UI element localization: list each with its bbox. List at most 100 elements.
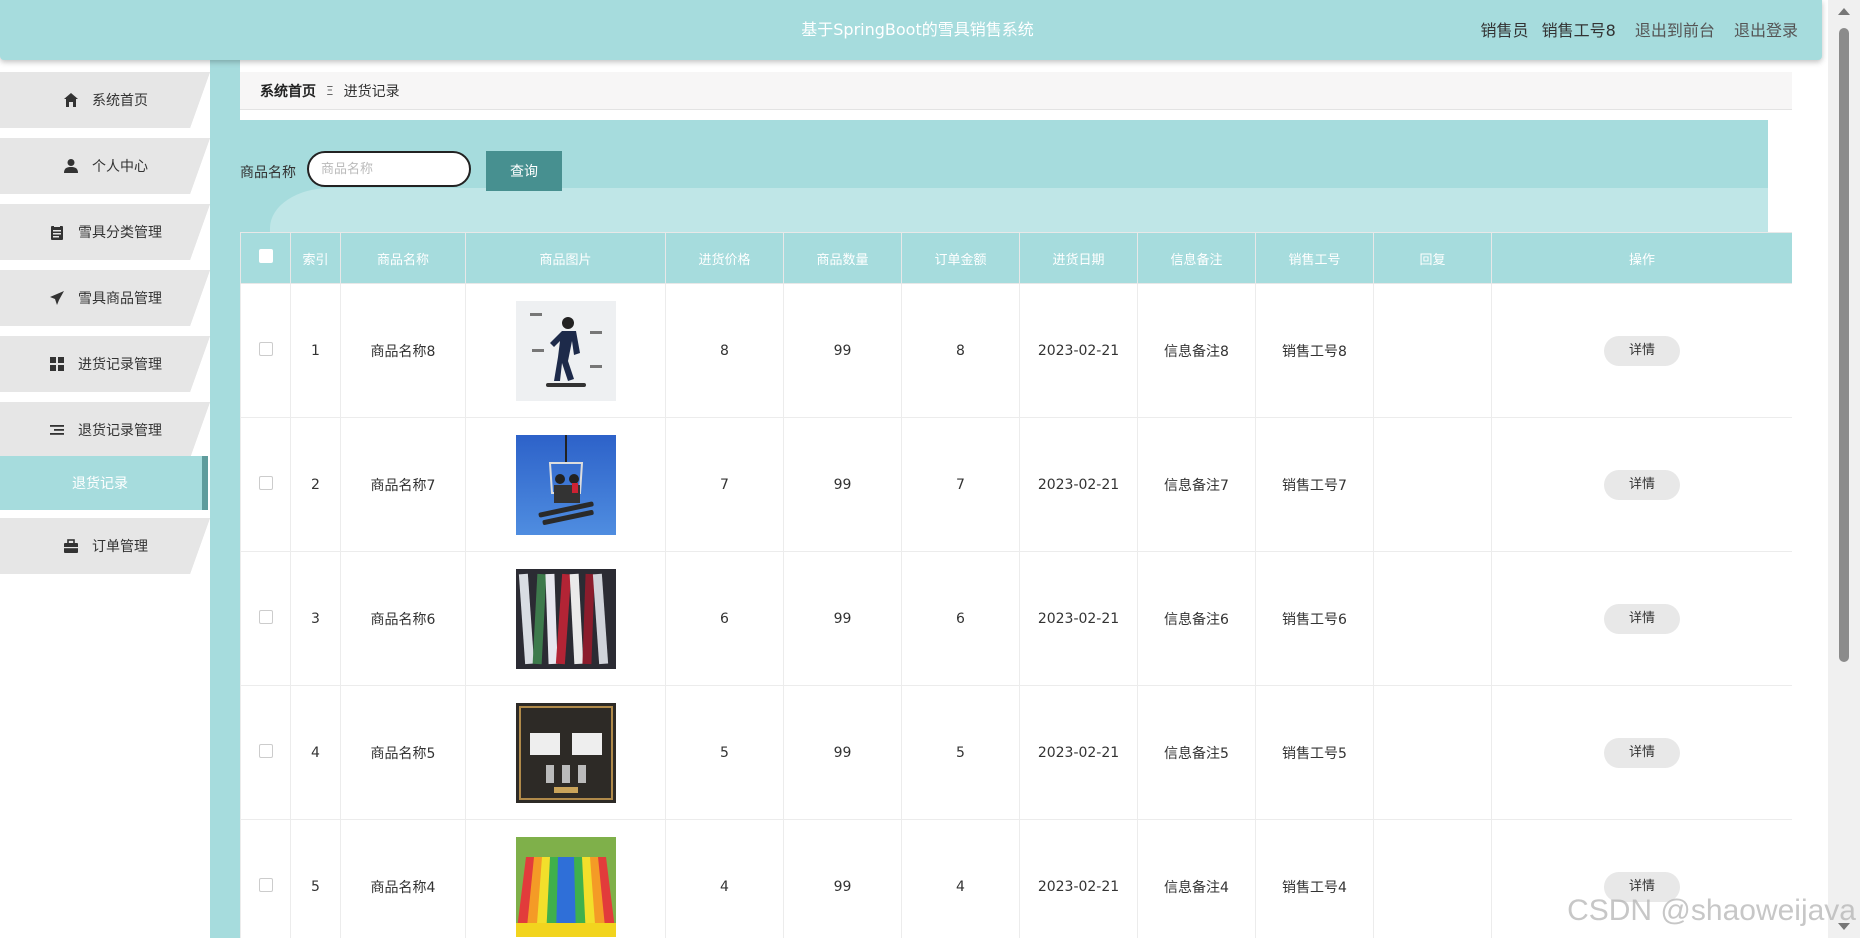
product-image (515, 300, 616, 401)
cell-price: 7 (665, 417, 784, 552)
sidebar-item-label: 订单管理 (92, 539, 148, 555)
column-header: 商品图片 (465, 232, 666, 284)
cell-amount: 6 (901, 551, 1020, 686)
table-header-row: 索引 商品名称 商品图片 进货价格 商品数量 订单金额 进货日期 信息备注 销售… (240, 232, 1792, 284)
page-scrollbar[interactable] (1828, 0, 1860, 938)
sidebar-item-return-management[interactable]: 退货记录管理 (0, 402, 210, 458)
cell-reply (1373, 685, 1492, 820)
scroll-up-arrow-icon[interactable] (1838, 8, 1850, 15)
cell-index: 3 (290, 551, 341, 686)
column-header: 操作 (1491, 232, 1792, 284)
cell-date: 2023-02-21 (1019, 685, 1138, 820)
user-role: 销售员 (1480, 21, 1529, 40)
user-icon (62, 157, 80, 175)
column-header: 进货日期 (1019, 232, 1138, 284)
grid-icon (48, 355, 66, 373)
records-table: 索引 商品名称 商品图片 进货价格 商品数量 订单金额 进货日期 信息备注 销售… (240, 232, 1792, 938)
cell-staff: 销售工号8 (1255, 283, 1374, 418)
cell-amount: 5 (901, 685, 1020, 820)
header-user-area: 销售员 销售工号8 退出到前台 退出登录 (1472, 0, 1798, 60)
column-header: 销售工号 (1255, 232, 1374, 284)
table-row: 4 商品名称5 5 99 5 2023-02-21 信息备注5 销售工号5 详情 (240, 685, 1792, 820)
briefcase-icon (62, 537, 80, 555)
row-checkbox[interactable] (258, 341, 273, 356)
cell-staff: 销售工号5 (1255, 685, 1374, 820)
scrollbar-thumb[interactable] (1839, 28, 1849, 662)
product-image (515, 434, 616, 535)
cell-amount: 7 (901, 417, 1020, 552)
cell-reply (1373, 819, 1492, 938)
cell-qty: 99 (783, 417, 902, 552)
detail-button[interactable]: 详情 (1604, 603, 1680, 634)
search-button[interactable]: 查询 (486, 151, 562, 191)
cell-index: 4 (290, 685, 341, 820)
cell-date: 2023-02-21 (1019, 283, 1138, 418)
column-header: 商品数量 (783, 232, 902, 284)
sidebar-item-category[interactable]: 雪具分类管理 (0, 204, 210, 260)
detail-button[interactable]: 详情 (1604, 335, 1680, 366)
cell-index: 5 (290, 819, 341, 938)
search-panel: 商品名称 查询 (210, 120, 1768, 232)
sidebar-item-purchase-records[interactable]: 进货记录管理 (0, 336, 210, 392)
detail-button[interactable]: 详情 (1604, 469, 1680, 500)
cell-note: 信息备注6 (1137, 551, 1256, 686)
cell-qty: 99 (783, 551, 902, 686)
cell-price: 8 (665, 283, 784, 418)
column-header: 索引 (290, 232, 341, 284)
exit-to-front-link[interactable]: 退出到前台 (1635, 21, 1715, 40)
sidebar-item-home[interactable]: 系统首页 (0, 72, 210, 128)
cell-price: 5 (665, 685, 784, 820)
cell-reply (1373, 417, 1492, 552)
sidebar-item-label: 退货记录管理 (78, 423, 162, 439)
top-header: 基于SpringBoot的雪具销售系统 销售员 销售工号8 退出到前台 退出登录 (0, 0, 1822, 60)
cell-index: 1 (290, 283, 341, 418)
row-checkbox[interactable] (258, 877, 273, 892)
column-header: 回复 (1373, 232, 1492, 284)
cell-reply (1373, 283, 1492, 418)
cell-amount: 4 (901, 819, 1020, 938)
cell-staff: 销售工号4 (1255, 819, 1374, 938)
breadcrumb-home[interactable]: 系统首页 (260, 81, 316, 101)
sidebar-item-orders[interactable]: 订单管理 (0, 518, 210, 574)
cell-staff: 销售工号7 (1255, 417, 1374, 552)
list-icon (48, 421, 66, 439)
cell-name: 商品名称8 (340, 283, 466, 418)
sidebar-item-label: 系统首页 (92, 93, 148, 109)
row-checkbox[interactable] (258, 743, 273, 758)
select-all-checkbox[interactable] (258, 249, 273, 263)
sidebar-subitem-return-records[interactable]: 退货记录 (0, 456, 208, 510)
cell-qty: 99 (783, 283, 902, 418)
cell-amount: 8 (901, 283, 1020, 418)
cell-qty: 99 (783, 819, 902, 938)
cell-date: 2023-02-21 (1019, 819, 1138, 938)
cell-price: 6 (665, 551, 784, 686)
select-all-cell[interactable] (240, 232, 291, 284)
column-header: 订单金额 (901, 232, 1020, 284)
cell-name: 商品名称7 (340, 417, 466, 552)
table-row: 1 商品名称8 8 99 8 2023-02-21 信息备注8 销售工号8 详情 (240, 283, 1792, 418)
cell-note: 信息备注7 (1137, 417, 1256, 552)
row-checkbox[interactable] (258, 609, 273, 624)
cell-note: 信息备注5 (1137, 685, 1256, 820)
sidebar-item-label: 个人中心 (92, 159, 148, 175)
table-row: 5 商品名称4 4 99 4 2023-02-21 信息备注4 销售工号4 详情 (240, 819, 1792, 938)
cell-price: 4 (665, 819, 784, 938)
breadcrumb-current: 进货记录 (343, 83, 400, 100)
cell-note: 信息备注8 (1137, 283, 1256, 418)
product-image (515, 702, 616, 803)
sidebar-item-label: 雪具商品管理 (78, 291, 162, 307)
cell-note: 信息备注4 (1137, 819, 1256, 938)
detail-button[interactable]: 详情 (1604, 737, 1680, 768)
cell-name: 商品名称5 (340, 685, 466, 820)
table-row: 2 商品名称7 7 99 7 2023-02-21 信息备注7 销售工号7 详情 (240, 417, 1792, 552)
row-checkbox[interactable] (258, 475, 273, 490)
records-table-wrap: 索引 商品名称 商品图片 进货价格 商品数量 订单金额 进货日期 信息备注 销售… (240, 232, 1792, 938)
column-header: 信息备注 (1137, 232, 1256, 284)
search-input[interactable] (307, 151, 471, 187)
sidebar-item-profile[interactable]: 个人中心 (0, 138, 210, 194)
search-label: 商品名称 (240, 165, 296, 181)
logout-link[interactable]: 退出登录 (1734, 21, 1798, 40)
sidebar-item-products[interactable]: 雪具商品管理 (0, 270, 210, 326)
watermark: CSDN @shaoweijava (1567, 894, 1856, 927)
cell-staff: 销售工号6 (1255, 551, 1374, 686)
